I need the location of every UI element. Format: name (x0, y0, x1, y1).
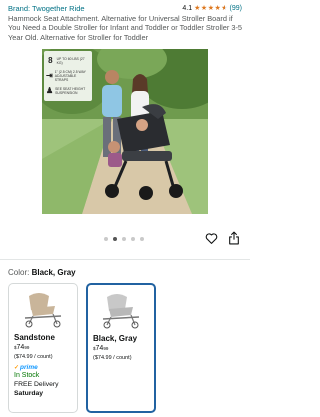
delivery-day: Saturday (14, 390, 44, 397)
stroller-seat-image (24, 293, 62, 328)
price-whole: 74 (16, 344, 25, 351)
price-cents: 99 (103, 346, 109, 351)
feature-item: ♟ SEE SEAT HEIGHT SUSPENSION (46, 83, 90, 98)
star-icon: ★ (200, 4, 208, 12)
carousel-dot-active[interactable] (113, 237, 117, 241)
product-title: Hammock Seat Attachment. Alternative for… (8, 14, 243, 42)
prime-label: prime (20, 364, 38, 371)
star-half-icon: ★ (221, 5, 227, 12)
price-per-unit: ($74.99 / count) (93, 355, 132, 361)
rating-value: 4.1 (182, 4, 193, 12)
product-header: Brand: Twogether Ride 4.1 ★ ★ ★ ★ ★ (99) (8, 3, 242, 13)
carousel-dot[interactable] (131, 237, 135, 241)
color-label: Color: (8, 268, 30, 277)
price-whole: 74 (95, 345, 104, 352)
review-count[interactable]: (99) (230, 5, 242, 12)
product-image[interactable]: 8 UP TO 60 LBS (27 KG) ⇥ 1" (2.5 CM) 2.5… (42, 49, 208, 214)
carousel-dot[interactable] (104, 237, 108, 241)
variant-price: $ 74 99 (14, 344, 72, 351)
feature-text: 1" (2.5 CM) 2.5 WAY ADJUSTABLE STRAPS (54, 69, 86, 82)
stock-status: In Stock (14, 372, 40, 379)
price-per-unit: ($74.99 / count) (14, 354, 53, 360)
carousel-dot[interactable] (140, 237, 144, 241)
variant-thumbnail (9, 284, 77, 332)
prime-badge: ✓ prime (14, 364, 72, 371)
star-icon: ★ (194, 4, 201, 12)
variant-name: Sandstone (14, 333, 55, 342)
brand-link[interactable]: Brand: Twogether Ride (8, 4, 85, 13)
adjust-icon: ⇥ (46, 71, 53, 80)
feature-item: 8 UP TO 60 LBS (27 KG) (46, 53, 90, 68)
feature-item: ⇥ 1" (2.5 CM) 2.5 WAY ADJUSTABLE STRAPS (46, 68, 90, 83)
star-icon: ★ (207, 4, 214, 12)
price-cents: 99 (24, 345, 30, 350)
carousel-dot[interactable] (122, 237, 126, 241)
image-carousel-dots[interactable] (104, 237, 144, 241)
feature-text: SEE SEAT HEIGHT SUSPENSION (55, 86, 86, 95)
variant-thumbnail (88, 285, 154, 333)
feature-badge: 8 UP TO 60 LBS (27 KG) ⇥ 1" (2.5 CM) 2.5… (44, 51, 92, 101)
color-value: Black, Gray (31, 268, 76, 277)
check-icon: ✓ (14, 365, 20, 371)
stroller-seat-image (102, 294, 140, 329)
share-icon[interactable] (228, 231, 240, 245)
section-divider (0, 259, 250, 260)
child-icon: ♟ (46, 86, 54, 95)
star-icon: ★ (214, 4, 221, 12)
variant-price: $ 74 99 (93, 345, 149, 352)
heart-icon[interactable] (205, 232, 218, 245)
feature-text: UP TO 60 LBS (27 KG) (56, 56, 85, 65)
variant-name: Black, Gray (93, 334, 138, 343)
delivery-info: FREE Delivery (14, 381, 59, 388)
weight-icon: 8 (48, 56, 53, 65)
variant-card-black-gray[interactable]: Black, Gray $ 74 99 ($74.99 / count) (86, 283, 156, 413)
variant-card-sandstone[interactable]: Sandstone $ 74 99 ($74.99 / count) ✓ pri… (8, 283, 78, 413)
rating-stars: ★ ★ ★ ★ ★ (194, 5, 227, 12)
color-selection-label: Color: Black, Gray (8, 268, 76, 277)
rating-summary[interactable]: 4.1 ★ ★ ★ ★ ★ (99) (182, 5, 242, 12)
